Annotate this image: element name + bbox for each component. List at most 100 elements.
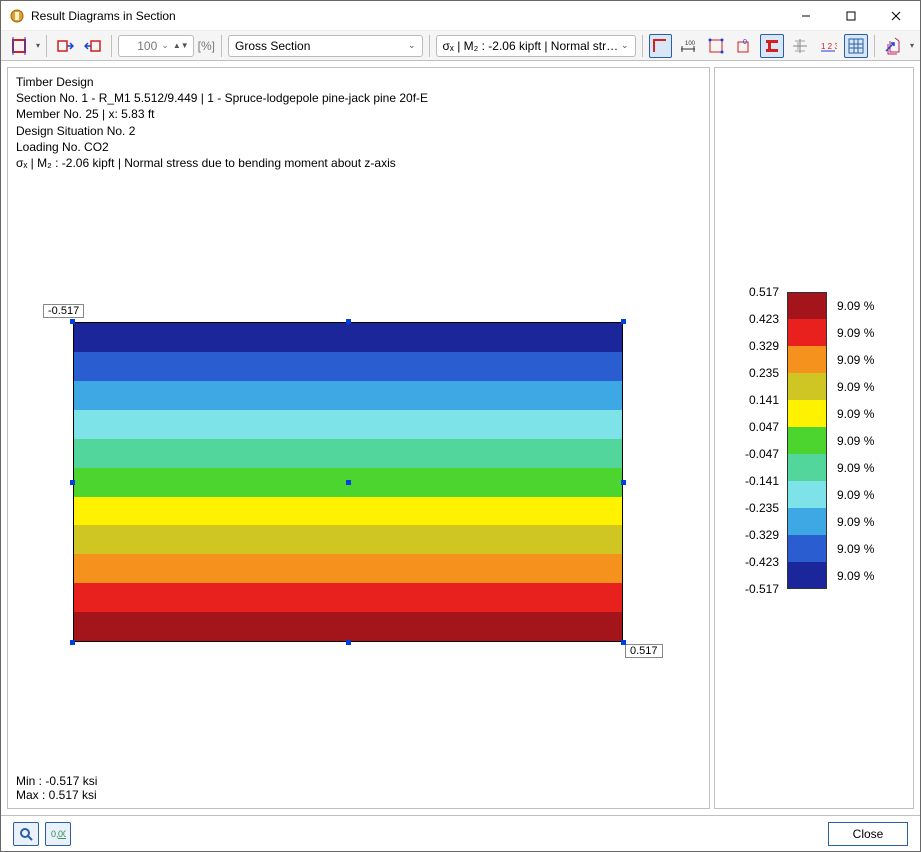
show-values-icon[interactable]: 1 2 3 bbox=[816, 34, 840, 58]
toolbar-separator bbox=[642, 35, 643, 57]
units-icon[interactable]: 0,00 bbox=[45, 822, 71, 846]
zoom-stepper-icon[interactable]: ▲▼ bbox=[173, 42, 189, 49]
minimize-button[interactable] bbox=[783, 2, 828, 30]
legend-value: 0.235 bbox=[715, 367, 787, 394]
toolbar-separator bbox=[429, 35, 430, 57]
stress-band bbox=[74, 583, 622, 612]
info-line: Section No. 1 - R_M1 5.512/9.449 | 1 - S… bbox=[16, 90, 701, 106]
toolbar-separator bbox=[221, 35, 222, 57]
maximize-button[interactable] bbox=[828, 2, 873, 30]
selection-handle[interactable] bbox=[621, 480, 626, 485]
legend-value: 0.047 bbox=[715, 421, 787, 448]
info-line: Design Situation No. 2 bbox=[16, 123, 701, 139]
legend-swatch bbox=[787, 535, 827, 562]
toolbar-separator bbox=[46, 35, 47, 57]
chevron-down-icon: ⌄ bbox=[408, 40, 416, 51]
info-line: σₓ | M₂ : -2.06 kipft | Normal stress du… bbox=[16, 155, 701, 171]
stress-points-icon[interactable] bbox=[704, 34, 728, 58]
min-value: Min : -0.517 ksi bbox=[16, 774, 97, 788]
stress-band bbox=[74, 323, 622, 352]
plot-panel: Timber Design Section No. 1 - R_M1 5.512… bbox=[7, 67, 710, 809]
info-line: Member No. 25 | x: 5.83 ft bbox=[16, 106, 701, 122]
section-view-icon[interactable] bbox=[7, 34, 31, 58]
legend-percentage: 9.09 % bbox=[827, 346, 874, 373]
show-axes-icon[interactable] bbox=[788, 34, 812, 58]
legend-panel: 0.5170.4230.3290.2350.1410.047-0.047-0.1… bbox=[714, 67, 914, 809]
legend-swatch bbox=[787, 562, 827, 589]
legend-swatch bbox=[787, 454, 827, 481]
stress-band bbox=[74, 352, 622, 381]
show-extremes-icon[interactable] bbox=[649, 34, 673, 58]
stress-band bbox=[74, 497, 622, 526]
stress-band bbox=[74, 410, 622, 439]
legend-percentage: 9.09 % bbox=[827, 427, 874, 454]
stress-band bbox=[74, 554, 622, 583]
info-line: Loading No. CO2 bbox=[16, 139, 701, 155]
window-title: Result Diagrams in Section bbox=[31, 9, 176, 23]
close-button-label: Close bbox=[853, 827, 884, 841]
selection-handle[interactable] bbox=[70, 319, 75, 324]
close-button[interactable]: Close bbox=[828, 822, 908, 846]
legend-value: -0.141 bbox=[715, 475, 787, 502]
legend-value: -0.517 bbox=[715, 583, 787, 610]
section-type-value: Gross Section bbox=[235, 39, 310, 53]
svg-text:100: 100 bbox=[685, 41, 696, 47]
show-grid-icon[interactable] bbox=[844, 34, 868, 58]
toolbar: ▾ 100 ⌄ ▲▼ [%] Gross Section ⌄ σₓ | M₂ :… bbox=[1, 31, 920, 61]
selection-handle[interactable] bbox=[346, 480, 351, 485]
member-end-icon[interactable] bbox=[81, 34, 105, 58]
selection-handle[interactable] bbox=[621, 319, 626, 324]
max-value: Max : 0.517 ksi bbox=[16, 788, 97, 802]
selection-handle[interactable] bbox=[346, 319, 351, 324]
legend-value: 0.423 bbox=[715, 313, 787, 340]
legend-swatch bbox=[787, 292, 827, 319]
info-line: Timber Design bbox=[16, 74, 701, 90]
chevron-down-icon: ⌄ bbox=[161, 40, 169, 51]
svg-text:00: 00 bbox=[58, 829, 66, 839]
selection-handle[interactable] bbox=[346, 640, 351, 645]
legend-percentage: 9.09 % bbox=[827, 508, 874, 535]
legend-value: 0.329 bbox=[715, 340, 787, 367]
stress-numbers-icon[interactable]: 0 bbox=[732, 34, 756, 58]
legend-value: -0.235 bbox=[715, 502, 787, 529]
selection-handle[interactable] bbox=[70, 640, 75, 645]
zoom-unit-label: [%] bbox=[198, 39, 215, 53]
stress-type-select[interactable]: σₓ | M₂ : -2.06 kipft | Normal stres... … bbox=[436, 35, 636, 57]
legend-percentage: 9.09 % bbox=[827, 400, 874, 427]
svg-text:0: 0 bbox=[743, 39, 747, 46]
dimension-icon[interactable]: 100 bbox=[676, 34, 700, 58]
legend-value: 0.141 bbox=[715, 394, 787, 421]
member-start-icon[interactable] bbox=[53, 34, 77, 58]
close-window-button[interactable] bbox=[873, 2, 918, 30]
legend-percentage: 9.09 % bbox=[827, 292, 874, 319]
toolbar-separator bbox=[874, 35, 875, 57]
legend-swatch bbox=[787, 508, 827, 535]
zoom-value: 100 bbox=[137, 39, 157, 53]
show-section-icon[interactable] bbox=[760, 34, 784, 58]
search-icon[interactable] bbox=[13, 822, 39, 846]
print-icon[interactable] bbox=[881, 34, 905, 58]
legend-value: -0.423 bbox=[715, 556, 787, 583]
chevron-down-icon: ⌄ bbox=[621, 40, 629, 51]
legend-percentage: 9.09 % bbox=[827, 319, 874, 346]
dropdown-indicator-icon[interactable]: ▾ bbox=[36, 41, 40, 50]
legend-percentage: 9.09 % bbox=[827, 373, 874, 400]
stress-top-label: -0.517 bbox=[43, 304, 84, 318]
plot-area[interactable]: -0.517 0.517 Min : -0.517 ksi M bbox=[8, 177, 709, 808]
zoom-input[interactable]: 100 ⌄ ▲▼ bbox=[118, 35, 194, 57]
selection-handle[interactable] bbox=[70, 480, 75, 485]
selection-handle[interactable] bbox=[621, 640, 626, 645]
legend-swatch bbox=[787, 346, 827, 373]
legend-value: -0.047 bbox=[715, 448, 787, 475]
toolbar-separator bbox=[111, 35, 112, 57]
legend-swatch bbox=[787, 373, 827, 400]
dropdown-indicator-icon[interactable]: ▾ bbox=[910, 41, 914, 50]
legend-swatch bbox=[787, 481, 827, 508]
min-max-block: Min : -0.517 ksi Max : 0.517 ksi bbox=[16, 774, 97, 802]
legend-swatch bbox=[787, 319, 827, 346]
legend-percentage: 9.09 % bbox=[827, 481, 874, 508]
bottom-bar: 0,00 Close bbox=[1, 815, 920, 851]
section-type-select[interactable]: Gross Section ⌄ bbox=[228, 35, 423, 57]
legend-value: 0.517 bbox=[715, 286, 787, 313]
stress-band bbox=[74, 439, 622, 468]
